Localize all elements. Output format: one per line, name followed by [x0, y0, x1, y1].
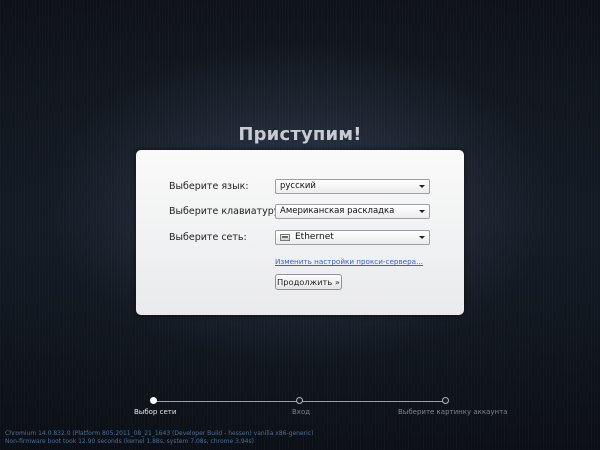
version-info-line: Chromium 14.0.832.0 (Platform 805.2011_0… — [5, 430, 314, 437]
ethernet-icon — [280, 234, 290, 241]
setup-panel: Выберите язык: русский Выберите клавиату… — [136, 150, 464, 315]
language-label: Выберите язык: — [169, 181, 249, 192]
proxy-settings-link[interactable]: Изменить настройки прокси-сервера... — [275, 257, 423, 266]
step-label-picture: Выберите картинку аккаунта — [398, 408, 508, 416]
language-value: русский — [280, 181, 316, 191]
page-title: Приступим! — [238, 124, 362, 145]
keyboard-select[interactable]: Американская раскладка — [275, 204, 430, 219]
language-select[interactable]: русский — [275, 179, 430, 194]
chevron-down-icon — [419, 185, 425, 188]
step-label-network: Выбор сети — [134, 408, 177, 416]
step-dot-network — [150, 397, 157, 404]
keyboard-row: Выберите клавиатуру: Американская раскла… — [136, 204, 464, 222]
chevron-down-icon — [419, 210, 425, 213]
network-value: Ethernet — [295, 232, 334, 242]
language-row: Выберите язык: русский — [136, 179, 464, 197]
boot-time-line: Non-firmware boot took 12.90 seconds (ke… — [5, 438, 254, 445]
chevron-down-icon — [419, 236, 425, 239]
network-row: Выберите сеть: Ethernet — [136, 230, 464, 248]
keyboard-label: Выберите клавиатуру: — [169, 206, 283, 217]
step-dot-login — [296, 397, 303, 404]
network-label: Выберите сеть: — [169, 232, 247, 243]
network-select[interactable]: Ethernet — [275, 230, 430, 245]
step-label-login: Вход — [292, 408, 311, 416]
keyboard-value: Американская раскладка — [280, 206, 395, 216]
step-dot-picture — [442, 397, 449, 404]
continue-button[interactable]: Продолжить » — [275, 274, 342, 290]
